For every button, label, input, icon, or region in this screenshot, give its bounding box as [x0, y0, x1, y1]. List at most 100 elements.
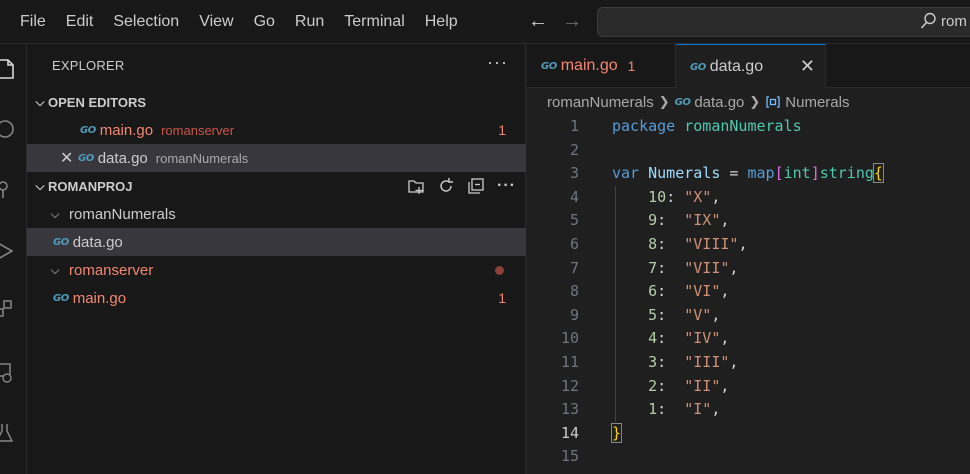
back-arrow-icon[interactable]: ←	[528, 10, 548, 33]
breadcrumb-folder[interactable]: romanNumerals	[547, 94, 654, 111]
code-line[interactable]: 12 2: "II",	[527, 375, 970, 399]
menu-run[interactable]: Run	[285, 0, 334, 44]
code-token: "I"	[684, 400, 712, 419]
source-control-icon[interactable]	[0, 178, 16, 200]
line-content: 7: "VII",	[612, 259, 738, 277]
tree-filename: data.go	[72, 233, 123, 251]
menu-file[interactable]: File	[10, 0, 56, 44]
line-content: 2: "II",	[612, 377, 729, 395]
tab-main-go[interactable]: GO main.go 1	[527, 44, 676, 88]
code-token: :	[657, 211, 685, 230]
code-token: Numerals	[648, 164, 721, 183]
close-tab-icon[interactable]: ✕	[800, 56, 815, 77]
code-line[interactable]: 14}	[527, 422, 970, 446]
code-line[interactable]: 8 6: "VI",	[527, 280, 970, 304]
close-editor-icon[interactable]: ✕	[60, 148, 78, 168]
breadcrumb: romanNumerals ❯ GO data.go ❯ Numerals	[547, 92, 849, 112]
code-token: 6	[648, 282, 658, 301]
code-line[interactable]: 11 3: "III",	[527, 351, 970, 375]
chevron-down-icon: ⌵	[35, 178, 45, 193]
code-token: ,	[720, 282, 730, 301]
code-token: ,	[729, 353, 739, 371]
search-view-icon[interactable]	[0, 118, 16, 140]
code-token: :	[657, 235, 685, 253]
code-line[interactable]: 5 9: "IX",	[527, 209, 970, 233]
menu-view[interactable]: View	[189, 0, 243, 44]
explorer-more-icon[interactable]: ···	[487, 52, 508, 73]
variable-symbol-icon	[766, 96, 780, 108]
line-number: 12	[560, 376, 579, 395]
line-number: 6	[569, 235, 579, 253]
tree-file-main[interactable]: GO main.go 1	[27, 284, 526, 312]
code-token: ,	[720, 211, 730, 230]
menu-go[interactable]: Go	[244, 0, 285, 44]
menu-selection[interactable]: Selection	[103, 0, 189, 44]
go-file-icon: GO	[80, 124, 96, 136]
code-token: ]	[810, 164, 820, 183]
command-center-search[interactable]: rom	[597, 7, 970, 37]
code-line[interactable]: 10 4: "IV",	[527, 327, 970, 351]
tab-data-go[interactable]: GO data.go ✕	[676, 44, 826, 89]
code-line[interactable]: 2	[527, 139, 970, 163]
testing-flask-icon[interactable]	[0, 422, 16, 444]
code-line[interactable]: 7 7: "VII",	[527, 257, 970, 281]
code-line[interactable]: 4 10: "X",	[527, 186, 970, 210]
forward-arrow-icon[interactable]: →	[562, 10, 582, 33]
code-token: int	[783, 164, 811, 183]
breadcrumb-file[interactable]: data.go	[694, 94, 744, 111]
tab-problem-badge: 1	[627, 58, 636, 74]
breadcrumb-symbol[interactable]: Numerals	[785, 94, 849, 111]
extensions-icon[interactable]	[0, 298, 16, 320]
tree-file-data[interactable]: GO data.go	[27, 228, 526, 256]
code-token: ,	[729, 258, 739, 277]
activity-bar	[0, 44, 27, 474]
line-number: 10	[560, 329, 579, 348]
project-header[interactable]: ⌵ ROMANPROJ ···	[27, 172, 526, 200]
code-line[interactable]: 3 var Numerals = map[int]string{	[527, 162, 970, 186]
menu-help[interactable]: Help	[415, 0, 468, 44]
line-number: 1	[569, 117, 579, 135]
search-icon	[920, 12, 936, 29]
go-file-icon: GO	[78, 152, 94, 164]
code-line[interactable]: 9 5: "V",	[527, 304, 970, 328]
line-number: 13	[560, 400, 579, 419]
code-token: ,	[738, 235, 748, 253]
folder-romannumerals[interactable]: ⌵ romanNumerals	[27, 200, 526, 228]
run-debug-icon[interactable]	[0, 240, 16, 262]
open-editor-item-data[interactable]: ✕ GO data.go romanNumerals	[27, 144, 526, 172]
open-editor-filename: main.go	[99, 121, 154, 139]
open-editor-item-main[interactable]: GO main.go romanserver 1	[27, 116, 526, 144]
folder-name: romanserver	[69, 261, 154, 279]
code-line[interactable]: 13 1: "I",	[527, 398, 970, 422]
menu-edit[interactable]: Edit	[56, 0, 104, 44]
more-actions-icon[interactable]: ···	[497, 177, 516, 195]
refresh-icon[interactable]	[437, 177, 455, 195]
line-number: 15	[560, 447, 579, 466]
code-token: :	[666, 187, 685, 206]
folder-romanserver[interactable]: ⌵ romanserver	[27, 256, 526, 284]
code-token: ,	[720, 376, 730, 395]
code-token: :	[657, 400, 685, 419]
open-editors-header[interactable]: ⌵ OPEN EDITORS	[27, 88, 526, 116]
code-token: package	[612, 117, 676, 135]
code-token: 7	[648, 258, 658, 277]
explorer-files-icon[interactable]	[0, 58, 16, 80]
code-line[interactable]: 6 8: "VIII",	[527, 233, 970, 257]
code-token: ,	[720, 329, 730, 348]
collapse-all-icon[interactable]	[467, 177, 485, 195]
chevron-down-icon: ⌵	[35, 94, 45, 109]
chevron-down-icon: ⌵	[50, 206, 60, 221]
new-file-icon[interactable]	[407, 177, 425, 195]
remote-explorer-icon[interactable]	[0, 362, 16, 384]
code-line[interactable]: 1 package romanNumerals	[527, 115, 970, 139]
menu-terminal[interactable]: Terminal	[334, 0, 414, 44]
code-token: string	[819, 164, 874, 183]
code-token: 3	[648, 353, 658, 371]
code-line[interactable]: 15	[527, 445, 970, 469]
